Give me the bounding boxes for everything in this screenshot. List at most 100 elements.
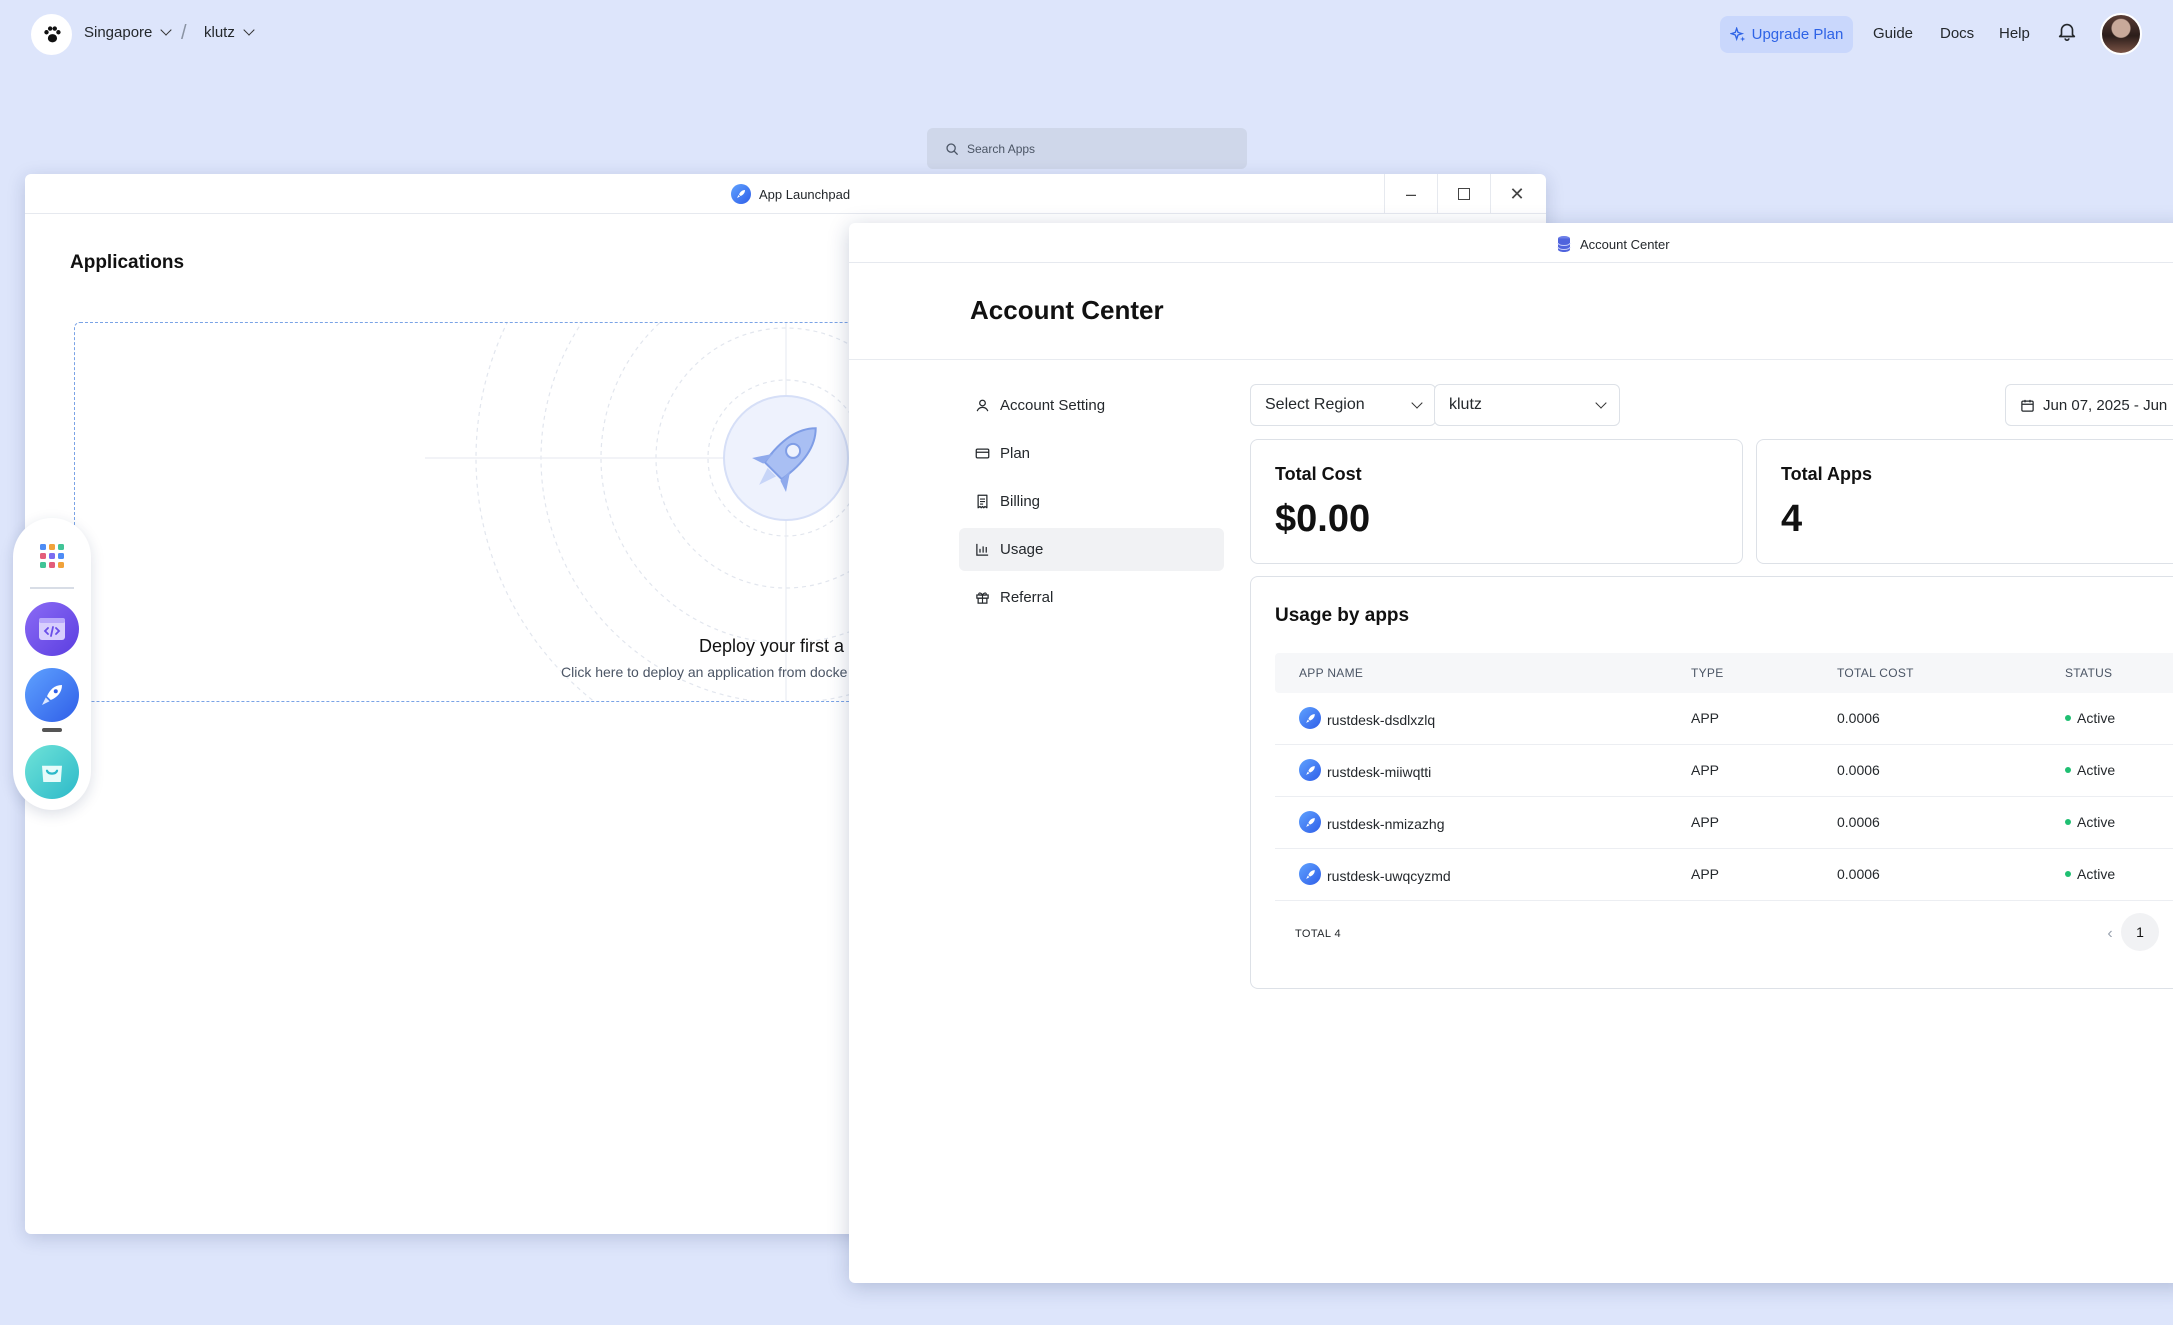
app-status: Active [2077,710,2116,726]
usage-by-apps-title: Usage by apps [1275,605,1410,626]
column-status: STATUS [2065,666,2113,680]
bell-icon [2058,23,2076,41]
breadcrumb-separator: / [181,22,187,44]
launchpad-window-title: App Launchpad [731,184,850,204]
close-button[interactable]: ✕ [1490,174,1543,214]
sidebar-item-label: Usage [1000,541,1044,558]
rocket-icon [1299,811,1321,833]
sidebar-item-billing[interactable]: Billing [959,480,1224,523]
close-icon: ✕ [1509,183,1525,204]
date-range-picker[interactable]: Jun 07, 2025 - Jun [2005,384,2173,426]
launchpad-title-text: App Launchpad [759,186,851,202]
region-select[interactable]: Select Region [1250,384,1436,426]
maximize-icon [1458,188,1470,200]
app-cost: 0.0006 [1837,866,1880,882]
usage-by-apps-card: Usage by apps APP NAME TYPE TOTAL COST S… [1250,576,2173,989]
workspace-label: klutz [204,24,235,41]
grid-icon [40,544,64,568]
launchpad-titlebar[interactable]: App Launchpad – ✕ [25,174,1546,214]
chevron-down-icon [160,24,173,36]
app-dock [13,518,91,810]
brand-logo[interactable] [31,14,72,55]
top-bar: Singapore / klutz Upgrade Plan Guide Doc… [0,0,2173,70]
user-icon [976,399,989,412]
guide-link[interactable]: Guide [1873,25,1913,42]
app-status: Active [2077,762,2116,778]
dock-app-launchpad-button[interactable] [25,668,79,722]
table-row[interactable]: rustdesk-uwqcyzmd APP 0.0006 Active [1275,849,2173,901]
running-indicator [42,728,62,732]
account-center-window: Account Center Account Center Account Se… [849,223,2173,1283]
dock-app-store-button[interactable] [25,745,79,799]
sparkle-icon [1729,26,1745,42]
search-icon [946,142,958,155]
search-placeholder: Search Apps [967,141,1036,156]
status-dot [2065,819,2071,825]
page-number-button[interactable]: 1 [2121,913,2159,951]
table-row[interactable]: rustdesk-miiwqtti APP 0.0006 Active [1275,745,2173,797]
total-cost-label: Total Cost [1275,464,1362,484]
app-cost: 0.0006 [1837,710,1880,726]
deploy-subtitle: Click here to deploy an application from… [561,664,848,680]
help-link[interactable]: Help [1999,25,2030,42]
app-type: APP [1691,814,1720,830]
date-range-value: Jun 07, 2025 - Jun [2043,396,2168,414]
account-center-titlebar[interactable]: Account Center [849,223,2173,263]
app-name: rustdesk-dsdlxzlq [1327,711,1436,728]
sidebar-item-account-setting[interactable]: Account Setting [959,384,1224,427]
workspace-selector[interactable]: klutz [204,24,255,41]
total-cost-value: $0.00 [1275,498,1371,540]
app-name: rustdesk-miiwqtti [1327,763,1432,780]
dock-devbox-button[interactable] [25,602,79,656]
chevron-down-icon [1595,396,1607,409]
notification-button[interactable] [2056,20,2082,46]
table-row[interactable]: rustdesk-dsdlxzlq APP 0.0006 Active [1275,693,2173,745]
deploy-title: Deploy your first a [699,636,845,656]
chevron-down-icon [243,24,255,36]
region-select-value: Select Region [1265,396,1365,413]
account-center-title-text: Account Center [1580,236,1670,252]
paw-icon [43,25,61,42]
app-name: rustdesk-uwqcyzmd [1327,867,1451,884]
upgrade-plan-button[interactable]: Upgrade Plan [1720,16,1853,53]
sidebar-item-label: Billing [1000,493,1041,510]
upgrade-plan-label: Upgrade Plan [1751,26,1844,43]
search-apps-input[interactable]: Search Apps [927,128,1247,169]
total-apps-value: 4 [1781,498,1803,540]
receipt-icon [977,494,988,509]
sidebar-item-label: Plan [1000,445,1031,462]
minimize-button[interactable]: – [1384,174,1437,214]
dock-launcher-button[interactable] [25,529,79,583]
rocket-icon [42,685,62,705]
previous-page-button[interactable]: ‹ [2099,923,2121,945]
app-status: Active [2077,814,2116,830]
rocket-icon [1299,707,1321,729]
docs-link[interactable]: Docs [1940,25,1974,42]
rocket-icon [731,184,751,204]
total-apps-card: Total Apps 4 [1756,439,2173,564]
account-center-window-title: Account Center [1556,235,1670,253]
sidebar-item-label: Referral [1000,589,1054,606]
total-cost-card: Total Cost $0.00 [1250,439,1743,564]
bar-chart-icon [976,543,989,556]
region-selector[interactable]: Singapore [84,24,173,41]
sidebar-item-referral[interactable]: Referral [959,576,1224,619]
status-dot [2065,767,2071,773]
table-row[interactable]: rustdesk-nmizazhg APP 0.0006 Active [1275,797,2173,849]
usage-table-header: APP NAME TYPE TOTAL COST STATUS [1275,653,2173,693]
region-label: Singapore [84,24,153,41]
rocket-icon [1299,759,1321,781]
status-dot [2065,715,2071,721]
table-total-count: TOTAL 4 [1295,928,1341,940]
dock-separator [30,587,74,589]
workspace-select[interactable]: klutz [1434,384,1620,426]
app-type: APP [1691,762,1720,778]
app-name: rustdesk-nmizazhg [1327,815,1445,832]
calendar-icon [2021,399,2034,412]
sidebar-item-usage[interactable]: Usage [959,528,1224,571]
maximize-button[interactable] [1437,174,1490,214]
sidebar-item-label: Account Setting [1000,397,1106,414]
sidebar-item-plan[interactable]: Plan [959,432,1224,475]
user-avatar[interactable] [2100,13,2142,55]
account-center-heading: Account Center [970,295,1164,325]
